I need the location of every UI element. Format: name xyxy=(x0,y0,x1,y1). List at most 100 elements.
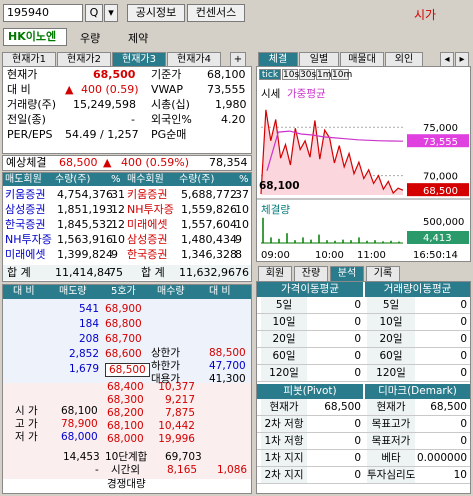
buy-broker-name: 한국증권 xyxy=(127,248,168,261)
buy-broker-name: 삼성증권 xyxy=(127,233,168,246)
col-bid-qty: 매수량 xyxy=(157,286,185,297)
tab-analysis[interactable]: 분석 xyxy=(330,266,364,281)
tab-prev-icon[interactable]: ◂ xyxy=(440,52,454,66)
tab-members[interactable]: 회원 xyxy=(258,266,292,281)
stats-value: 0 xyxy=(354,367,361,379)
time-tick: 09:00 xyxy=(261,250,290,261)
sector-tag: 제약 xyxy=(128,32,149,45)
col-ask-qty: 매도량 xyxy=(59,286,87,297)
tab-foreign[interactable]: 외인 xyxy=(385,52,423,66)
stats-label: 10일 xyxy=(367,314,415,331)
consensus-button[interactable]: 컨센서스 xyxy=(187,4,245,22)
stats-label: 베타 xyxy=(367,450,415,467)
pivot-header: 피봇(Pivot) xyxy=(257,384,363,399)
col-price: 5호가 xyxy=(111,286,136,297)
prev-close-label: 전일(종) xyxy=(7,113,46,126)
tab-daily[interactable]: 일별 xyxy=(299,52,339,66)
sell-broker-qty: 1,845,532 xyxy=(57,218,113,231)
sell-broker-pct: 31 xyxy=(111,188,125,201)
stats-row: 1차 저항 0 목표저가 0 xyxy=(257,433,470,450)
tab-add-button[interactable]: + xyxy=(230,52,246,66)
ask-row[interactable]: 541 68,900 xyxy=(3,303,251,315)
stats-label: 목표고가 xyxy=(367,416,415,433)
col-sell-pct: % xyxy=(111,174,121,185)
tab-execution[interactable]: 체결 xyxy=(258,52,298,66)
buy-broker-qty: 1,559,826 xyxy=(181,203,237,216)
up-triangle-icon: ▲ xyxy=(103,156,112,169)
col-sell-broker: 매도회원 xyxy=(5,174,42,185)
broker-row: 한국증권 1,845,532 12 미래에셋 1,557,604 10 xyxy=(3,217,251,232)
tick-chart: tick 10s 30s 1m 10m 시세 가중평균 75,000 70,000 73… xyxy=(256,66,471,262)
time-tick: 11:00 xyxy=(357,250,386,261)
stats-value: 0 xyxy=(460,316,467,328)
buy-broker-name: 키움증권 xyxy=(127,188,168,201)
stats-value: 0 xyxy=(354,435,361,447)
after-hours-minus: - xyxy=(95,464,99,476)
low-value: 68,000 xyxy=(61,431,98,443)
stats-value: 0 xyxy=(460,333,467,345)
stats-value: 10 xyxy=(453,469,467,481)
buy-broker-pct: 37 xyxy=(235,188,249,201)
grade-tag: 우량 xyxy=(80,32,101,45)
low-label: 저 가 xyxy=(15,431,38,443)
stats-label: 현재가 xyxy=(261,399,307,416)
tab-current-price-2[interactable]: 현재가2 xyxy=(57,52,111,66)
buy-broker-qty: 1,480,434 xyxy=(181,233,237,246)
total-sell-pct: 75 xyxy=(109,266,123,279)
change-value: 400 (0.59) xyxy=(81,83,139,96)
stock-code-input[interactable]: 195940 xyxy=(3,4,83,22)
buy-broker-pct: 8 xyxy=(235,248,242,261)
ask-row[interactable]: 208 68,700 xyxy=(3,333,251,345)
tab-volume-profile[interactable]: 매물대 xyxy=(340,52,384,66)
vwap-label: VWAP xyxy=(151,83,183,96)
total-buy-qty: 11,632,96 xyxy=(179,266,235,279)
block-trade-label: 경쟁대량 xyxy=(107,478,146,490)
expected-volume: 78,354 xyxy=(209,156,248,169)
stats-label: 60일 xyxy=(367,348,415,365)
open-price-link[interactable]: 시가 xyxy=(414,6,436,23)
sell-broker-name: NH투자증 xyxy=(5,233,52,246)
analysis-panel: 가격이동평균 거래량이동평균 5일 0 5일 0 10일 0 10일 0 20일 0 20일 0 60일… xyxy=(256,281,471,494)
quote-summary: 현재가 68,500 기준가 68,100 대 비 ▲ 400 (0.59) V… xyxy=(2,66,252,154)
ask-qty: 208 xyxy=(78,333,99,345)
close-tag: 68,500 xyxy=(423,186,458,197)
tab-record[interactable]: 기록 xyxy=(366,266,400,281)
vwap-value: 73,555 xyxy=(207,83,246,96)
ask-price[interactable]: 68,900 xyxy=(105,303,142,315)
stats-row: 2차 지지 0 투자심리도 10 xyxy=(257,467,470,484)
stats-label: 120일 xyxy=(367,365,415,382)
upper-limit-value: 88,500 xyxy=(209,347,246,359)
broker-row: 키움증권 4,754,376 31 키움증권 5,688,772 37 xyxy=(3,187,251,202)
sell-broker-qty: 4,754,376 xyxy=(57,188,113,201)
stats-label: 2차 저항 xyxy=(261,416,307,433)
y-tick-low: 70,000 xyxy=(423,172,458,183)
analysis-tabs: 회원 잔량 분석 기록 xyxy=(256,266,471,281)
market-cap-value: 1,980 xyxy=(215,98,247,111)
ask-row[interactable]: 184 68,800 xyxy=(3,318,251,330)
broker-row: 미래에셋 1,399,824 9 한국증권 1,346,328 8 xyxy=(3,247,251,262)
search-icon[interactable]: Q xyxy=(85,4,103,22)
stats-value: 0 xyxy=(354,452,361,464)
tab-next-icon[interactable]: ▸ xyxy=(455,52,469,66)
public-info-button[interactable]: 공시정보 xyxy=(127,4,185,22)
stats-value: 0 xyxy=(460,367,467,379)
tab-remaining[interactable]: 잔량 xyxy=(294,266,328,281)
ask-price[interactable]: 68,700 xyxy=(105,333,142,345)
sell-broker-name: 키움증권 xyxy=(5,188,46,201)
stats-row: 2차 저항 0 목표고가 0 xyxy=(257,416,470,433)
program-net-label: PG순매 xyxy=(151,128,187,141)
tab-current-price-3[interactable]: 현재가3 xyxy=(112,52,166,66)
col-buy-qty: 수량(주) xyxy=(179,174,215,185)
tab-current-price-4[interactable]: 현재가4 xyxy=(167,52,221,66)
ask-price[interactable]: 68,800 xyxy=(105,318,142,330)
stats-row: 1차 지지 0 베타 0.000000 xyxy=(257,450,470,467)
stats-label: 투자심리도 xyxy=(367,467,415,484)
top-toolbar: 195940 Q ▾ 공시정보 컨센서스 시가 xyxy=(0,0,473,27)
open-label: 시 가 xyxy=(15,405,38,417)
stats-label: 120일 xyxy=(261,365,307,382)
tab-current-price-1[interactable]: 현재가1 xyxy=(2,52,56,66)
col-ask-change: 대 비 xyxy=(13,286,35,297)
stats-row: 60일 0 60일 0 xyxy=(257,348,470,365)
stats-label: 2차 지지 xyxy=(261,467,307,484)
chevron-down-icon[interactable]: ▾ xyxy=(104,4,118,22)
